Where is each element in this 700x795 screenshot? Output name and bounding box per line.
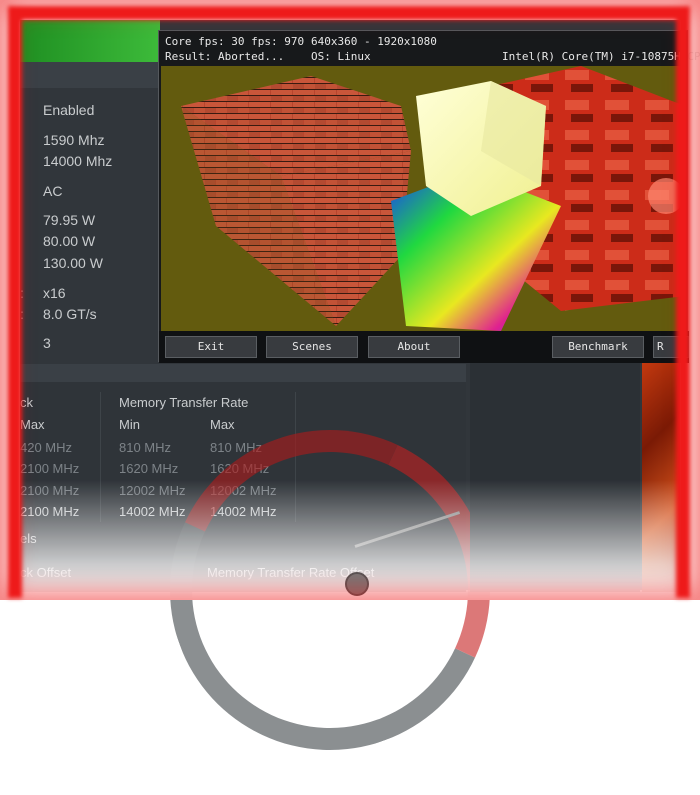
benchmark-window: Core fps: 30 fps: 970 640x360 - 1920x108… <box>158 30 700 363</box>
memory-min-subheader: Min <box>119 417 140 432</box>
clock-table-cell: 14002 MHz <box>119 504 186 519</box>
section-header <box>20 62 160 88</box>
power-source-value: AC <box>43 183 63 199</box>
benchmark-button[interactable]: Benchmark <box>552 336 644 358</box>
clock-table-cell: 2100 MHz <box>20 461 80 476</box>
clock-offset-label: ck Offset <box>20 565 72 580</box>
run-button[interactable]: R <box>653 336 689 358</box>
pcie-speed-colon: : <box>20 306 24 322</box>
memory-clock-value: 14000 Mhz <box>43 153 113 169</box>
render-viewport <box>161 66 685 362</box>
power-max-value: 130.00 W <box>43 255 103 271</box>
clock-table-header-bar <box>20 364 466 384</box>
resolution-text: 640x360 - 1920x1080 <box>311 35 437 48</box>
level-value: 3 <box>43 335 51 351</box>
core-clock-value: 1590 Mhz <box>43 132 105 148</box>
scenes-button[interactable]: Scenes <box>266 336 358 358</box>
memory-max-subheader: Max <box>210 417 235 432</box>
clock-table-cell: 420 MHz <box>20 440 73 455</box>
clock-column-header: ck <box>20 395 33 410</box>
power-limit-value: 80.00 W <box>43 233 96 249</box>
gauge-knob[interactable] <box>345 572 369 596</box>
column-divider <box>100 392 101 522</box>
os-text: OS: Linux <box>311 50 371 63</box>
pcie-width-colon: : <box>20 285 24 301</box>
status-value: Enabled <box>43 102 95 118</box>
3d-scene <box>181 66 685 331</box>
memory-rate-header: Memory Transfer Rate <box>119 395 249 410</box>
background-texture <box>642 362 680 592</box>
result-text: Result: Aborted... <box>165 50 285 63</box>
clock-table-cell: 810 MHz <box>119 440 172 455</box>
clock-table-cell: 12002 MHz <box>119 483 186 498</box>
about-button[interactable]: About <box>368 336 460 358</box>
benchmark-toolbar: Exit Scenes About Benchmark R <box>159 331 689 363</box>
power-draw-value: 79.95 W <box>43 212 96 228</box>
clock-table-cell: 2100 MHz <box>20 483 80 498</box>
screenshot-frame: Enabled 1590 Mhz 14000 Mhz AC 79.95 W 80… <box>0 0 700 795</box>
clock-table-cell: 2100 MHz <box>20 504 80 519</box>
pcie-speed-value: 8.0 GT/s <box>43 306 97 322</box>
levels-heading: els <box>20 531 37 546</box>
side-panel <box>470 362 640 592</box>
core-fps-text: Core fps: 30 fps: 970 <box>165 35 305 48</box>
clock-max-subheader: Max <box>20 417 45 432</box>
pcie-width-value: x16 <box>43 285 66 301</box>
exit-button[interactable]: Exit <box>165 336 257 358</box>
red-highlight <box>648 178 684 214</box>
cpu-text: Intel(R) Core(TM) i7-10875H CP <box>502 50 700 63</box>
clock-table-cell: 1620 MHz <box>119 461 179 476</box>
gpu-banner <box>20 20 160 62</box>
